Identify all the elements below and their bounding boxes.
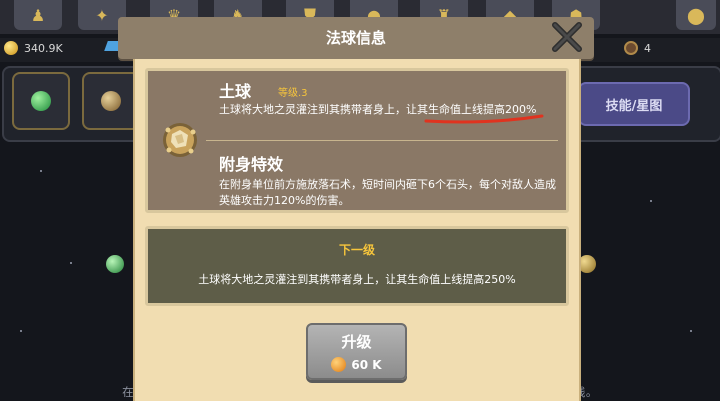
green-orb-icon [31, 91, 51, 111]
next-level-title: 下一级 [338, 243, 375, 257]
next-level-card [145, 226, 569, 306]
star-map-node-green[interactable] [106, 255, 124, 273]
upgrade-cost: 60 K [308, 357, 405, 372]
earth-orb-icon [101, 91, 121, 111]
upgrade-button[interactable]: 升级 60 K [306, 323, 407, 380]
next-level-description: 土球将大地之灵灌注到其携带者身上，让其生命值上线提高250% [198, 273, 516, 286]
coin-icon [4, 41, 18, 55]
orb-icon-container [158, 118, 202, 162]
orb-level: 等级.3 [278, 88, 308, 99]
star-dot [70, 262, 72, 264]
orb-slot-green[interactable] [12, 72, 70, 130]
highlight-underline [424, 114, 544, 124]
skill-star-map-button[interactable]: 技能/星图 [578, 82, 690, 126]
tab-helmet-icon[interactable]: ♟ [14, 0, 62, 30]
star-dot [690, 330, 692, 332]
upgrade-cost-value: 60 K [351, 357, 382, 372]
orb-slot-earth[interactable] [82, 72, 140, 130]
tab-extra-icon[interactable]: ⬤ [676, 0, 716, 30]
modal-header: 法球信息 [118, 17, 594, 59]
gold-counter: 340.9K [4, 41, 63, 55]
card-divider [206, 140, 558, 141]
upgrade-label: 升级 [341, 333, 372, 351]
token-icon [624, 41, 638, 55]
orb-name: 土球 [219, 82, 252, 101]
close-button[interactable] [548, 18, 586, 56]
star-dot [40, 170, 42, 172]
star-dot [650, 200, 652, 202]
modal-title: 法球信息 [325, 29, 386, 47]
star-dot [20, 330, 22, 332]
possession-effect-description: 在附身单位前方施放落石术，短时间内砸下6个石头，每个对敌人造成英雄攻击力120%… [219, 178, 556, 207]
token-counter: 4 [624, 41, 651, 55]
coin-icon [331, 357, 347, 372]
possession-effect-title: 附身特效 [219, 155, 284, 174]
earth-orb-icon [163, 123, 197, 157]
close-icon [552, 22, 582, 52]
